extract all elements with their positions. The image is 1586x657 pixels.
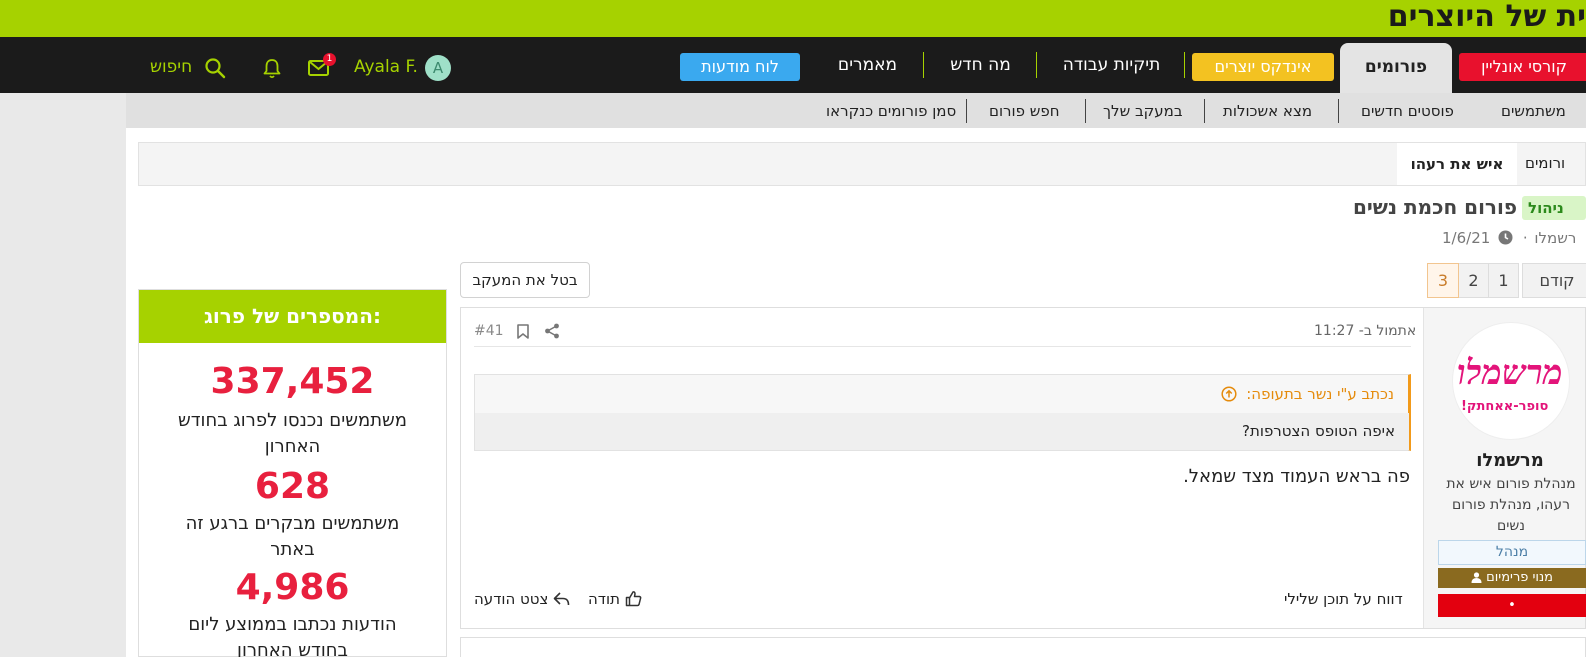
quote-text: איפה הטופס הצטרפות?	[1242, 422, 1395, 440]
brand-bar: ית של היוצרים	[0, 0, 1586, 37]
post-divider	[474, 346, 1411, 347]
stat-label: הודעות נכתבו בממוצע ליום בחודש האחרון	[188, 614, 397, 657]
user-avatar: A	[425, 55, 451, 81]
subnav-divider	[966, 99, 967, 123]
tab-online-courses[interactable]: קורסי אונליין	[1459, 53, 1586, 81]
user-menu[interactable]: Ayala F. A	[354, 37, 454, 93]
thread-author[interactable]: רשמלו	[1534, 229, 1576, 247]
bell-icon	[263, 59, 281, 79]
stats-widget: המספרים של פרוג: 337,452 משתמשים נכנסו ל…	[138, 289, 447, 657]
pagination-page-1[interactable]: 1	[1488, 263, 1519, 298]
post-timestamp[interactable]: אתמול ב- 11:27	[1314, 323, 1416, 339]
stat-value: 4,986	[235, 567, 350, 608]
search-label: חיפוש	[150, 57, 193, 77]
breadcrumb-forums[interactable]: ורומים	[1525, 154, 1565, 172]
subnav-search-forum[interactable]: חפש פורום	[989, 101, 1060, 121]
next-post-edge	[460, 637, 1586, 657]
post-username[interactable]: מרשמלו	[1424, 450, 1586, 471]
subnav-divider	[1338, 99, 1339, 123]
quote-author: נכתב ע"י נשר בתעופה:	[1246, 385, 1394, 403]
arrow-up-circle-icon	[1221, 386, 1238, 402]
unwatch-button[interactable]: בטל את המעקב	[460, 262, 590, 298]
report-link[interactable]: דווח על תוכן שלילי	[1284, 590, 1403, 608]
thread-title: פורום חכמת נשים	[1352, 195, 1517, 219]
thread-meta: 1/6/21 · רשמלו	[1442, 229, 1576, 247]
subnav-mark-read[interactable]: סמן פורומים כנקראו	[826, 101, 956, 121]
tab-creators-index[interactable]: אינדקס יוצרים	[1192, 53, 1334, 81]
role-badge: מנהל	[1438, 540, 1586, 565]
tab-portfolios[interactable]: תיקיות עבודה	[1039, 52, 1185, 78]
post-message: מרשמלו סופר-אאחתק! מרשמלו מנהלת פורום אי…	[460, 307, 1586, 629]
pagination-page-2[interactable]: 2	[1458, 263, 1489, 298]
subnav-find-threads[interactable]: מצא אשכולות	[1223, 101, 1312, 121]
subnav-divider	[1085, 99, 1086, 123]
post-body: פה בראש העמוד מצד שמאל.	[1183, 466, 1410, 487]
inbox-badge: 1	[323, 53, 336, 66]
subnav-divider	[1204, 99, 1205, 123]
inbox-button[interactable]: 1	[308, 37, 336, 93]
sub-nav: משתמשים פוסטים חדשים מצא אשכולות במעקב ש…	[126, 93, 1586, 128]
thread-date[interactable]: 1/6/21	[1442, 229, 1490, 247]
user-title: מנהלת פורום איש את רעהו, מנהלת פורום נשי…	[1446, 476, 1576, 534]
reply-label: צטט הודעה	[474, 590, 549, 608]
tab-whats-new[interactable]: מה חדש	[925, 52, 1037, 78]
avatar-sub-text: סופר-אאחתק!	[1461, 399, 1549, 414]
subnav-members[interactable]: משתמשים	[1501, 101, 1566, 121]
meta-separator: ·	[1522, 229, 1528, 247]
post-number[interactable]: #41	[474, 323, 504, 339]
subnav-watched[interactable]: במעקב שלך	[1103, 101, 1183, 121]
status-badge: •	[1438, 594, 1586, 617]
stat-label: משתמשים נכנסו לפרוג בחודש האחרון	[177, 410, 408, 457]
alerts-button[interactable]	[260, 37, 284, 93]
post-user-panel: מרשמלו סופר-אאחתק! מרשמלו מנהלת פורום אי…	[1423, 308, 1586, 628]
quote-body: איפה הטופס הצטרפות?	[475, 413, 1409, 450]
search-icon	[205, 58, 226, 79]
stat-value: 337,452	[210, 361, 375, 402]
search-button[interactable]: חיפוש	[150, 37, 230, 93]
pagination-prev[interactable]: קודם	[1522, 263, 1586, 298]
subnav-new-posts[interactable]: פוסטים חדשים	[1361, 101, 1454, 121]
premium-badge: מנוי פרימיום	[1438, 568, 1586, 588]
tab-articles[interactable]: מאמרים	[812, 52, 924, 78]
avatar-logo-text: מרשמלו	[1457, 353, 1563, 393]
widget-title: המספרים של פרוג:	[139, 290, 446, 343]
reply-icon	[553, 592, 570, 606]
pagination-page-3[interactable]: 3	[1427, 263, 1459, 298]
user-avatar-image[interactable]: מרשמלו סופר-אאחתק!	[1452, 322, 1570, 440]
quote-block: נכתב ע"י נשר בתעופה: איפה הטופס הצטרפות?	[474, 374, 1411, 451]
user-icon	[1471, 572, 1482, 583]
tab-message-board[interactable]: לוח מודעות	[680, 53, 800, 81]
breadcrumb-current[interactable]: איש את רעהו	[1397, 143, 1517, 185]
bookmark-icon[interactable]	[517, 324, 529, 339]
like-button[interactable]: תודה	[588, 590, 642, 608]
tab-forums[interactable]: פורומים	[1340, 43, 1452, 93]
stat-label: משתמשים מבקרים ברגע זה באתר	[185, 513, 400, 560]
quote-header[interactable]: נכתב ע"י נשר בתעופה:	[1221, 385, 1394, 403]
stat-value: 628	[254, 466, 331, 507]
site-logo[interactable]: ית של היוצרים	[1388, 0, 1586, 37]
clock-icon	[1498, 230, 1513, 245]
thumbs-up-icon	[625, 591, 642, 607]
user-name: Ayala F.	[354, 57, 418, 77]
breadcrumb: ורומים איש את רעהו	[138, 142, 1586, 186]
main-nav: קורסי אונליין פורומים אינדקס יוצרים תיקי…	[0, 37, 1586, 93]
share-icon[interactable]	[544, 323, 560, 339]
like-label: תודה	[588, 590, 620, 608]
reply-button[interactable]: צטט הודעה	[474, 590, 570, 608]
premium-badge-label: מנוי פרימיום	[1486, 570, 1554, 585]
thread-prefix-tag[interactable]: ניהול	[1522, 196, 1586, 220]
